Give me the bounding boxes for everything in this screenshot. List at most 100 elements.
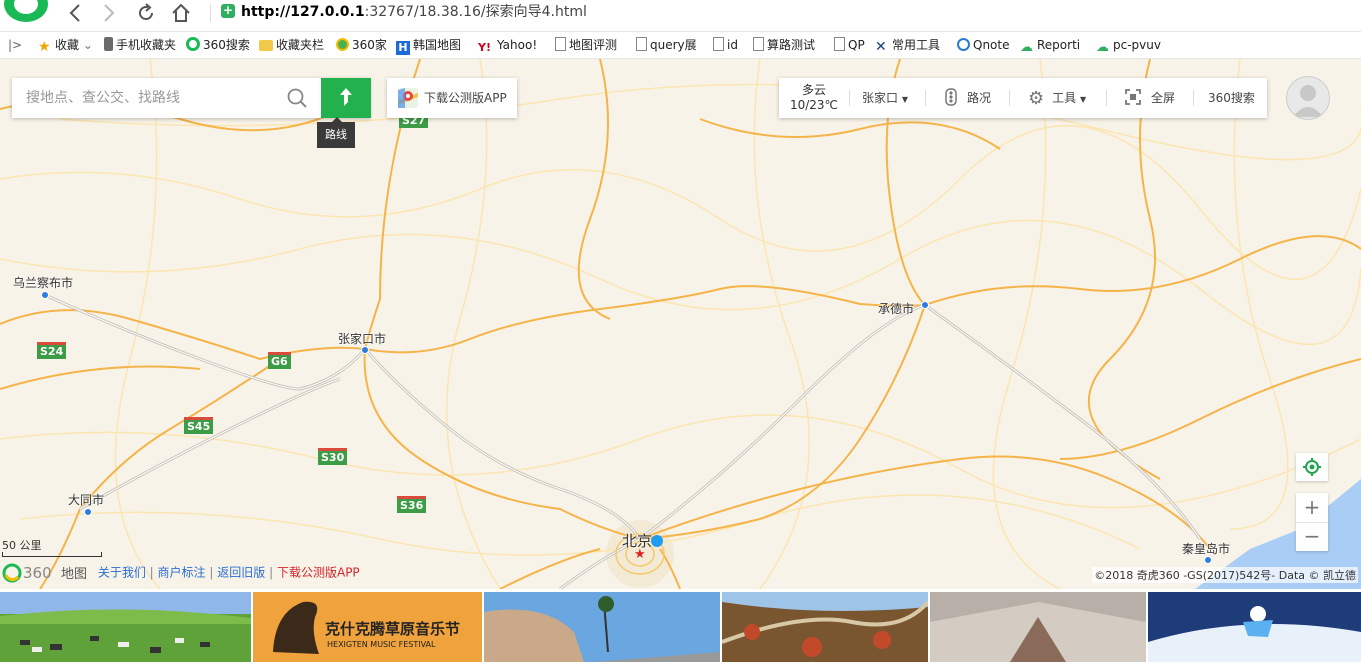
road-sign: G6	[268, 352, 291, 369]
copyright-text: ©2018 奇虎360 -GS(2017)542号- Data © 凯立德	[1092, 567, 1358, 583]
thumbnail-great-wall[interactable]	[722, 592, 928, 662]
360-home-icon	[336, 38, 349, 51]
bookmark-qnote[interactable]: Qnote	[957, 37, 1009, 53]
bookmark-360search[interactable]: 360搜索	[186, 37, 250, 53]
user-icon	[1293, 85, 1323, 117]
fullscreen-label: 全屏	[1151, 91, 1176, 105]
capital-star-icon: ★	[634, 547, 646, 562]
gear-icon: ⚙	[1028, 88, 1045, 109]
road-sign: S45	[184, 417, 214, 434]
fullscreen-button[interactable]: 全屏	[1125, 78, 1175, 118]
url-host: http://127.0.0.1	[241, 4, 365, 20]
route-arrow-icon	[340, 88, 352, 106]
forward-button[interactable]	[96, 0, 122, 26]
svg-text:地图: 地图	[61, 567, 87, 582]
bookmark-toggle-icon[interactable]: |>	[8, 37, 22, 53]
weather-temperature: 10/23℃	[789, 98, 839, 112]
thumbnail-strip: 克什克腾草原音乐节 HEXIGTEN MUSIC FESTIVAL	[0, 589, 1361, 665]
map-footer: 360 地图 关于我们 | 商户标注 | 返回旧版 | 下载公测版APP	[2, 563, 360, 583]
h-icon: H	[396, 41, 410, 55]
360-map-logo[interactable]: 360 地图	[2, 563, 94, 583]
bookmark-route-test[interactable]: 算路测试	[753, 37, 815, 53]
divider	[1009, 90, 1010, 106]
old-version-link[interactable]: 返回旧版	[217, 566, 265, 580]
divider	[1106, 90, 1107, 106]
link-separator: |	[209, 565, 214, 580]
bookmark-reporti[interactable]: ☁ Reporti	[1020, 37, 1080, 55]
tools-bar: 多云 10/23℃ 张家口 ▼ 路况 ⚙ 工具 ▼ 全屏 360搜索	[779, 78, 1267, 118]
page-icon	[834, 37, 845, 51]
home-button[interactable]	[168, 0, 194, 26]
bookmark-map-eval[interactable]: 地图评测	[555, 37, 617, 53]
bookmark-mobile[interactable]: 手机收藏夹	[104, 37, 176, 53]
bookmark-id[interactable]: id	[713, 37, 738, 53]
about-link[interactable]: 关于我们	[98, 566, 146, 580]
zoom-out-button[interactable]: −	[1296, 522, 1328, 551]
weather-widget[interactable]: 多云 10/23℃	[779, 83, 849, 113]
page-icon	[753, 37, 764, 51]
phone-icon	[104, 37, 113, 51]
divider	[1193, 90, 1194, 106]
traffic-button[interactable]: 路况	[945, 78, 991, 118]
search-input[interactable]	[12, 78, 296, 118]
search-icon[interactable]	[286, 87, 308, 109]
thumbnail-coast-rock[interactable]	[484, 592, 720, 662]
map-canvas[interactable]: S27 S24 G6 S45 S30 S36 乌兰察布市 张家口市 承德市 大同…	[0, 59, 1361, 589]
yahoo-icon: Y!	[478, 41, 491, 54]
user-avatar[interactable]	[1286, 76, 1330, 120]
tools-menu-button[interactable]: ⚙ 工具 ▼	[1028, 78, 1086, 118]
address-bar[interactable]: http://127.0.0.1:32767/18.38.16/探索向导4.ht…	[241, 2, 587, 22]
zoom-in-button[interactable]: +	[1296, 493, 1328, 523]
route-tooltip: 路线	[317, 117, 355, 148]
route-button[interactable]	[321, 78, 371, 118]
bookmark-folder-bar[interactable]: 收藏夹栏	[259, 37, 324, 53]
festival-title: 克什克腾草原音乐节	[325, 620, 461, 638]
download-app-button[interactable]: 下载公测版APP	[387, 78, 517, 118]
zoom-control: + −	[1296, 493, 1328, 551]
thumbnail-skiing[interactable]	[1148, 592, 1361, 662]
city-label[interactable]: 大同市	[68, 491, 104, 508]
security-shield-icon[interactable]: +	[221, 4, 235, 18]
thumbnail-grassland[interactable]	[0, 592, 251, 662]
cloud-icon: ☁	[1096, 40, 1109, 55]
city-marker-icon	[361, 346, 369, 354]
festival-subtitle: HEXIGTEN MUSIC FESTIVAL	[327, 640, 436, 649]
browser-toolbar: + http://127.0.0.1:32767/18.38.16/探索向导4.…	[0, 0, 1361, 32]
caret-down-icon: ▼	[901, 95, 908, 104]
city-label[interactable]: 承德市	[878, 300, 914, 317]
360-search-icon	[186, 37, 200, 51]
locate-button[interactable]	[1296, 453, 1328, 481]
bookmark-tools[interactable]: ✕ 常用工具	[875, 37, 940, 54]
browser-logo-icon[interactable]	[4, 0, 48, 22]
bookmark-query[interactable]: query展	[636, 37, 697, 53]
map-base-layer	[0, 59, 1361, 589]
current-location-icon	[651, 535, 663, 547]
city-label[interactable]: 张家口市	[338, 330, 386, 347]
weather-condition: 多云	[801, 83, 826, 97]
city-label[interactable]: 秦皇岛市	[1182, 540, 1230, 557]
bookmark-qp[interactable]: QP	[834, 37, 865, 53]
search360-button[interactable]: 360搜索	[1208, 78, 1255, 118]
qnote-icon	[957, 38, 970, 51]
folder-icon	[259, 40, 273, 51]
back-button[interactable]	[62, 0, 88, 26]
bookmark-yahoo[interactable]: Y! Yahoo!	[478, 37, 537, 54]
download-app-label: 下载公测版APP	[424, 91, 507, 105]
merchant-link[interactable]: 商户标注	[158, 566, 206, 580]
thumbnail-music-festival[interactable]: 克什克腾草原音乐节 HEXIGTEN MUSIC FESTIVAL	[253, 592, 482, 662]
city-label[interactable]: 乌兰察布市	[13, 274, 73, 291]
bookmark-favorites[interactable]: ★ 收藏 ⌄	[38, 37, 93, 54]
city-selector[interactable]: 张家口 ▼	[862, 78, 908, 118]
bookmarks-bar: |> ★ 收藏 ⌄ 手机收藏夹 360搜索 收藏夹栏 360家 H 韩国地图 Y! Y…	[0, 32, 1361, 59]
svg-text:360: 360	[23, 564, 52, 582]
bookmark-360home[interactable]: 360家	[336, 37, 387, 53]
bookmark-pc-pvuv[interactable]: ☁ pc-pvuv	[1096, 37, 1161, 55]
bookmark-korea-map[interactable]: H 韩国地图	[396, 37, 461, 55]
link-separator: |	[269, 565, 274, 580]
thumbnail-temple[interactable]	[930, 592, 1146, 662]
reload-button[interactable]	[133, 0, 159, 26]
road-sign: S24	[37, 342, 67, 359]
page-icon	[713, 37, 724, 51]
grassland-image	[0, 592, 251, 662]
download-app-link[interactable]: 下载公测版APP	[277, 566, 360, 580]
